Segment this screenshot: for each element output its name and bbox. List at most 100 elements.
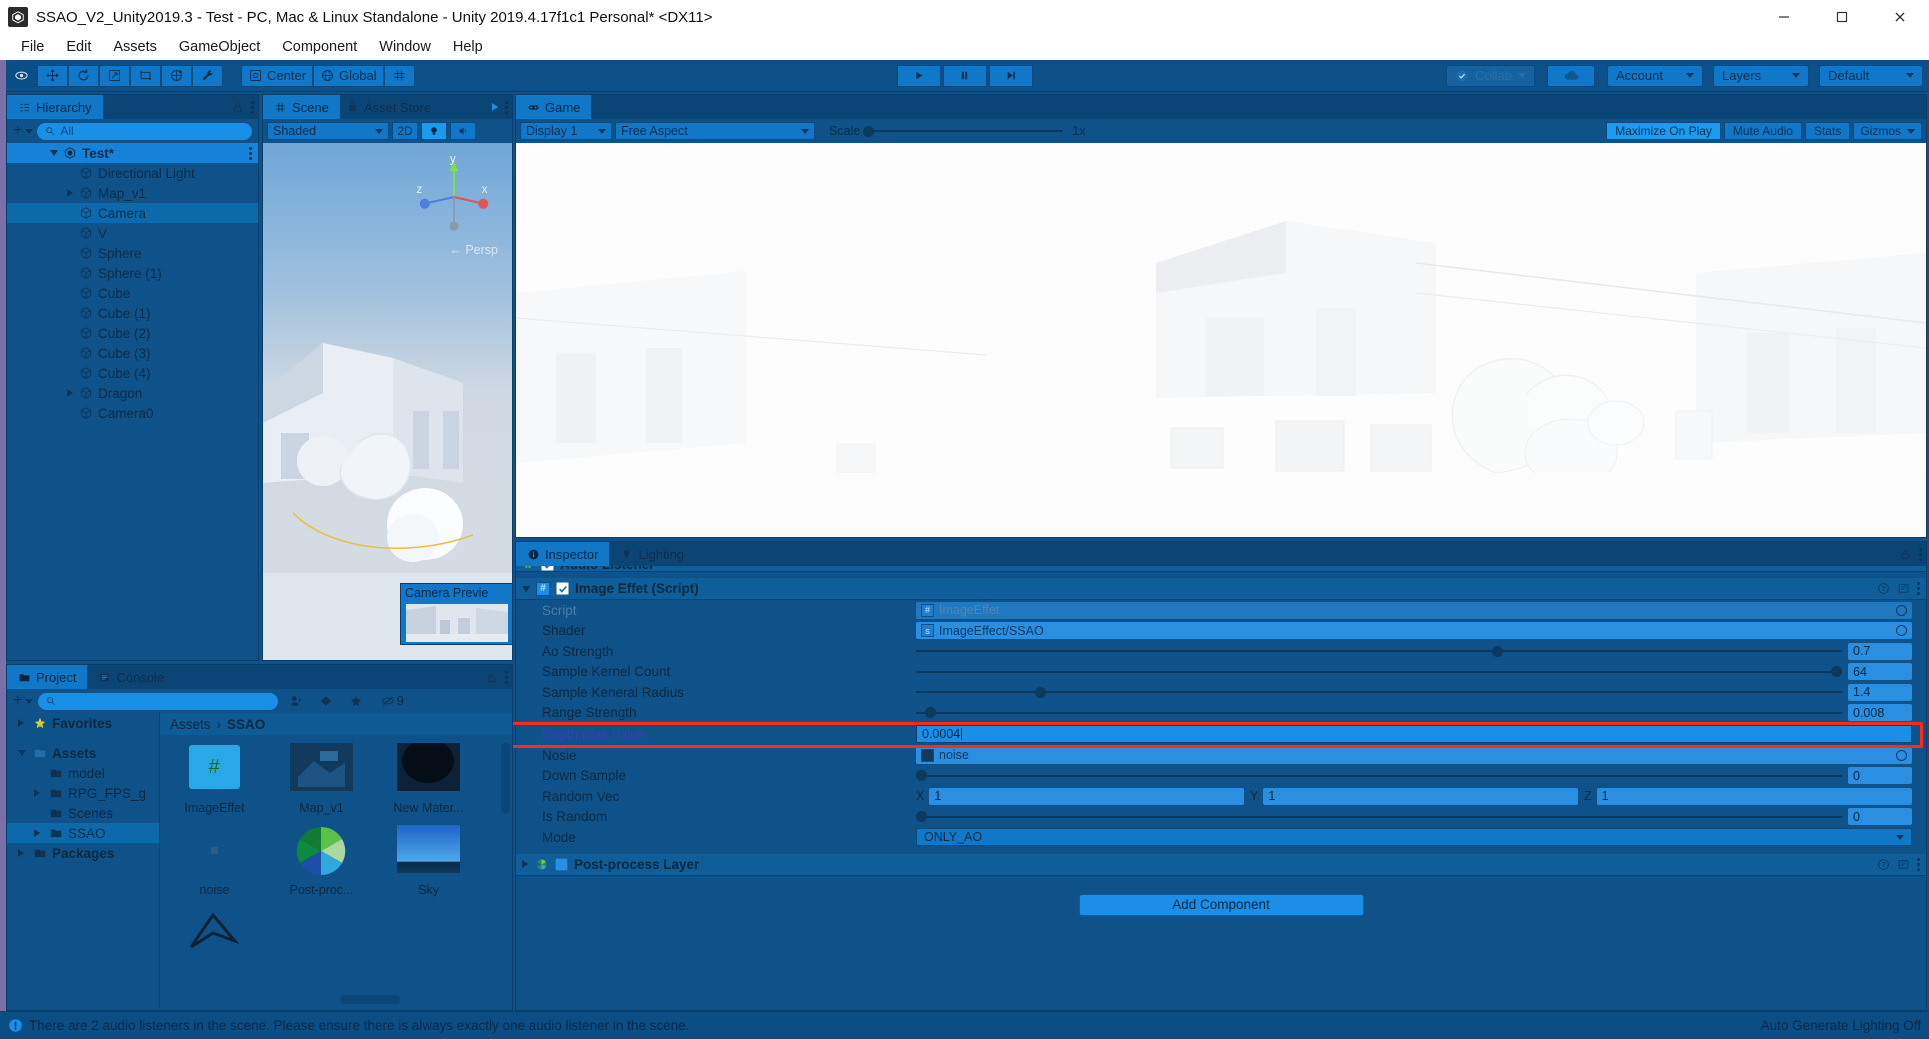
hierarchy-item-cube-4[interactable]: Cube (4) (7, 363, 258, 383)
project-tree-item-assets[interactable]: Assets (7, 743, 159, 763)
filter-by-type-button[interactable] (283, 692, 308, 710)
project-tree-item-favorites[interactable]: Favorites (7, 713, 159, 733)
value-field-ao-strength[interactable]: 0.7 (1848, 642, 1912, 660)
foldout-icon[interactable] (34, 829, 44, 837)
menu-assets[interactable]: Assets (102, 37, 168, 57)
slider-sample-kernel-count[interactable] (916, 663, 1842, 680)
create-object-button[interactable]: + (13, 122, 34, 140)
hierarchy-item-camera0[interactable]: Camera0 (7, 403, 258, 423)
tab-overflow-icon[interactable] (492, 103, 498, 111)
foldout-icon[interactable] (49, 150, 59, 156)
aspect-dropdown[interactable]: Free Aspect (615, 122, 815, 140)
scene-lighting-toggle[interactable] (421, 122, 447, 140)
slider-knob[interactable] (925, 707, 937, 719)
slider-range-strength[interactable] (916, 704, 1842, 721)
hierarchy-item-sphere-1[interactable]: Sphere (1) (7, 263, 258, 283)
value-field-sample-keneral-radius[interactable]: 1.4 (1848, 683, 1912, 701)
hierarchy-item-sphere[interactable]: Sphere (7, 243, 258, 263)
preset-icon[interactable] (1897, 858, 1910, 871)
create-asset-button[interactable]: + (13, 692, 34, 710)
account-dropdown[interactable]: Account (1607, 64, 1703, 87)
hierarchy-item-camera[interactable]: Camera (7, 203, 258, 223)
minimize-button[interactable] (1755, 0, 1813, 34)
tab-game[interactable]: Game (516, 95, 592, 119)
hand-tool-button[interactable] (6, 64, 37, 87)
project-search-input[interactable] (38, 692, 279, 710)
dropdown-mode[interactable]: ONLY_AO (916, 828, 1912, 847)
maximize-on-play-button[interactable]: Maximize On Play (1606, 122, 1721, 140)
close-button[interactable] (1871, 0, 1929, 34)
lock-icon[interactable] (485, 671, 498, 684)
slider-sample-keneral-radius[interactable] (916, 684, 1842, 701)
foldout-icon[interactable] (18, 849, 28, 857)
move-tool-button[interactable] (37, 64, 68, 87)
foldout-icon[interactable] (522, 860, 528, 868)
image-effet-enabled-checkbox[interactable] (556, 582, 569, 595)
slider-knob[interactable] (916, 770, 927, 782)
grid-snap-button[interactable] (383, 64, 415, 87)
services-cloud-button[interactable] (1547, 64, 1595, 87)
hierarchy-menu-icon[interactable] (251, 100, 254, 114)
asset-item-new-mater[interactable]: New Mater... (386, 739, 471, 815)
object-picker-icon[interactable] (1896, 625, 1907, 637)
gizmos-button[interactable]: Gizmos (1853, 122, 1922, 140)
layers-dropdown[interactable]: Layers (1713, 64, 1809, 87)
object-field-shader[interactable]: s ImageEffect/SSAO (916, 622, 1912, 640)
game-viewport[interactable] (516, 143, 1926, 537)
scene-perspective-label[interactable]: ← Persp (449, 243, 498, 257)
breadcrumb-assets[interactable]: Assets (170, 717, 211, 732)
play-button[interactable] (896, 64, 941, 87)
hierarchy-search-input[interactable]: All (37, 122, 252, 140)
audio-listener-enabled-checkbox[interactable] (541, 566, 554, 571)
object-field-script[interactable]: # ImageEffet (916, 601, 1912, 619)
asset-item-sky[interactable]: Sky (386, 825, 471, 897)
object-field-nosie[interactable]: noise (916, 746, 1912, 764)
scale-slider[interactable] (863, 122, 1064, 140)
project-tree-item-scenes[interactable]: Scenes (7, 803, 159, 823)
asset-grid-zoom-slider[interactable] (340, 995, 400, 1004)
asset-grid-scrollbar[interactable] (501, 743, 510, 813)
scene-context-menu-icon[interactable] (249, 146, 252, 160)
rotate-tool-button[interactable] (68, 64, 99, 87)
preset-icon[interactable] (1897, 582, 1910, 595)
tab-scene[interactable]: Scene (263, 95, 340, 119)
asset-item-map-v1[interactable]: Map_v1 (279, 743, 364, 815)
hierarchy-item-test[interactable]: Test* (7, 143, 258, 163)
foldout-icon[interactable] (18, 750, 28, 756)
slider-down-sample[interactable] (916, 767, 1842, 784)
maximize-button[interactable] (1813, 0, 1871, 34)
draw-mode-dropdown[interactable]: Shaded (267, 122, 389, 140)
custom-tool-button[interactable] (192, 64, 223, 87)
tab-console[interactable]: Console (87, 665, 176, 689)
asset-item-mesh-wire[interactable] (172, 907, 257, 965)
hierarchy-item-directional-light[interactable]: Directional Light (7, 163, 258, 183)
scene-audio-toggle[interactable] (450, 122, 476, 140)
2d-toggle-button[interactable]: 2D (392, 122, 418, 140)
breadcrumb-ssao[interactable]: SSAO (227, 717, 265, 732)
stats-button[interactable]: Stats (1804, 122, 1851, 140)
mute-audio-button[interactable]: Mute Audio (1723, 122, 1802, 140)
menu-window[interactable]: Window (368, 37, 442, 57)
object-picker-icon[interactable] (1896, 604, 1907, 616)
hierarchy-item-cube-3[interactable]: Cube (3) (7, 343, 258, 363)
scene-menu-icon[interactable] (505, 100, 508, 114)
tab-hierarchy[interactable]: Hierarchy (7, 95, 103, 119)
slider-is-random[interactable] (916, 808, 1842, 825)
menu-component[interactable]: Component (271, 37, 368, 57)
add-component-button[interactable]: Add Component (1078, 893, 1364, 916)
filter-favorites-button[interactable] (343, 692, 368, 710)
value-field-range-strength[interactable]: 0.008 (1848, 704, 1912, 722)
component-header-audio-listener[interactable]: Audio Listener (516, 566, 1926, 572)
foldout-icon[interactable] (65, 389, 75, 397)
project-tree-item-packages[interactable]: Packages (7, 843, 159, 863)
status-message[interactable]: There are 2 audio listeners in the scene… (29, 1018, 689, 1033)
project-tree-item-rpg-fps-g[interactable]: RPG_FPS_g (7, 783, 159, 803)
hierarchy-item-v[interactable]: V (7, 223, 258, 243)
component-menu-icon[interactable] (1917, 582, 1920, 595)
hierarchy-item-cube-1[interactable]: Cube (1) (7, 303, 258, 323)
value-field-sample-kernel-count[interactable]: 64 (1848, 663, 1912, 681)
hierarchy-item-cube[interactable]: Cube (7, 283, 258, 303)
component-header-image-effet[interactable]: # Image Effet (Script) ? (516, 578, 1926, 600)
tab-project[interactable]: Project (7, 665, 88, 689)
value-field-is-random[interactable]: 0 (1848, 808, 1912, 826)
